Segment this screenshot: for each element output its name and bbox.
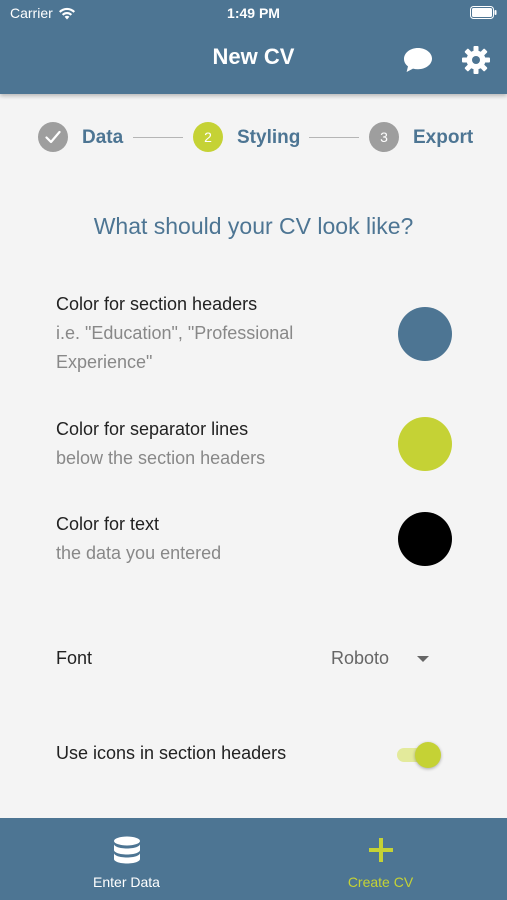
tab-create-cv[interactable]: Create CV (254, 818, 507, 900)
top-bar: Carrier 1:49 PM New CV (0, 0, 507, 94)
tab-enter-data-label: Enter Data (93, 874, 160, 890)
header-color-swatch[interactable] (398, 307, 452, 361)
status-bar: Carrier 1:49 PM (0, 5, 507, 23)
plus-icon (254, 836, 507, 864)
step-number-styling[interactable]: 2 (193, 122, 223, 152)
header-color-title: Color for section headers (56, 294, 258, 314)
step-label-data[interactable]: Data (82, 127, 123, 149)
step-label-export[interactable]: Export (413, 127, 473, 149)
header-color-subtitle: i.e. "Education", "Professional Experien… (56, 323, 294, 372)
chevron-down-icon[interactable] (417, 656, 429, 662)
font-dropdown[interactable]: Roboto (331, 648, 389, 669)
separator-color-title: Color for separator lines (56, 419, 249, 439)
database-icon (0, 836, 253, 868)
bottom-nav: Enter Data Create CV (0, 818, 507, 900)
icons-toggle[interactable] (395, 742, 441, 768)
step-completed-check-icon[interactable] (38, 122, 68, 152)
section-question: What should your CV look like? (93, 213, 414, 239)
step-label-styling[interactable]: Styling (237, 127, 300, 149)
step-number-export[interactable]: 3 (369, 122, 399, 152)
stepper: Data 2 Styling 3 Export (0, 122, 507, 154)
separator-color-subtitle: below the section headers (56, 448, 266, 468)
step-connector (133, 137, 183, 138)
gear-icon[interactable] (460, 44, 492, 76)
text-color-swatch[interactable] (398, 512, 452, 566)
tab-enter-data[interactable]: Enter Data (0, 818, 253, 900)
separator-color-swatch[interactable] (398, 417, 452, 471)
text-color-subtitle: the data you entered (56, 543, 222, 563)
step-connector (309, 137, 359, 138)
font-label: Font (56, 648, 93, 668)
chat-icon[interactable] (402, 44, 434, 76)
tab-create-cv-label: Create CV (347, 874, 414, 890)
icons-toggle-label: Use icons in section headers (56, 743, 287, 763)
battery-icon (470, 6, 497, 22)
toggle-thumb (415, 742, 441, 768)
status-time: 1:49 PM (227, 5, 280, 21)
text-color-title: Color for text (56, 514, 160, 534)
